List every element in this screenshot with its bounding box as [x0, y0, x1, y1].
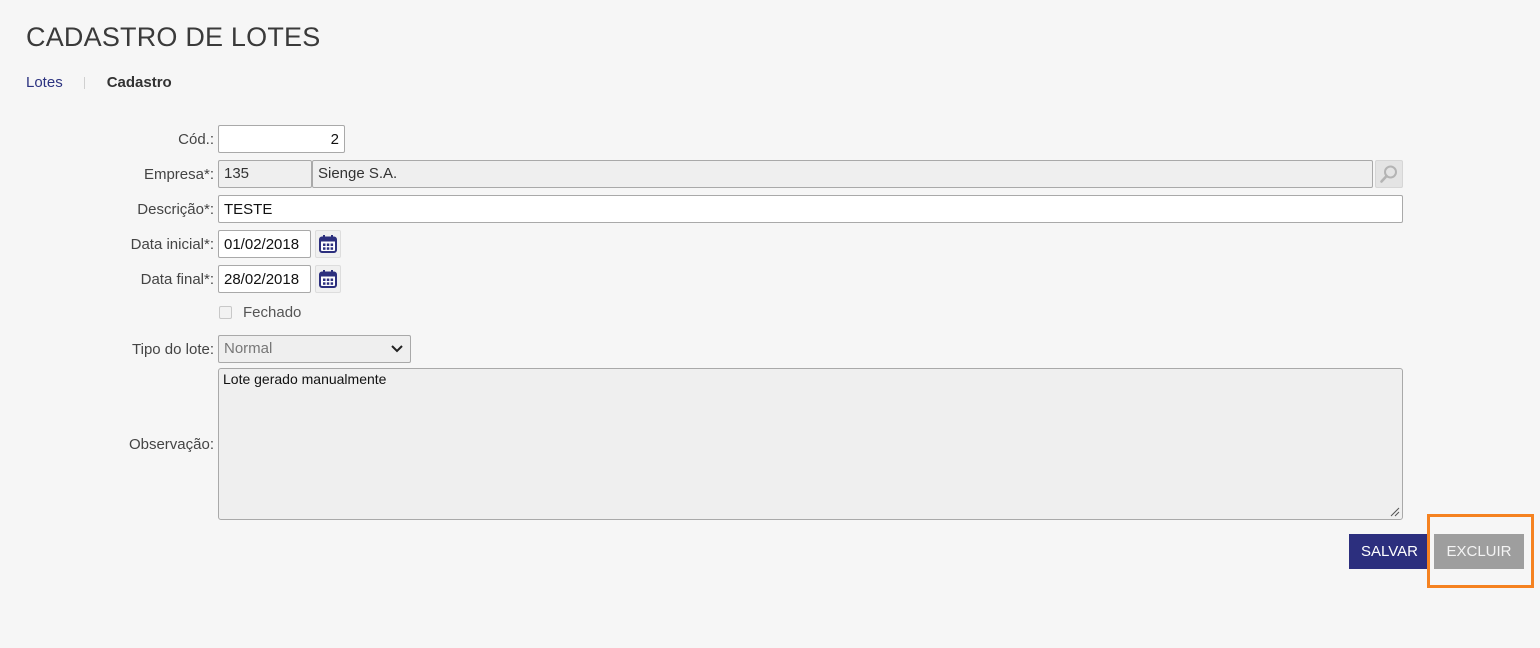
data-final-calendar-button[interactable] — [315, 265, 341, 293]
tipo-lote-label: Tipo do lote: — [132, 341, 214, 358]
observacao-label: Observação: — [128, 436, 214, 453]
breadcrumb: Lotes Cadastro — [26, 74, 172, 91]
descricao-label: Descrição*: — [137, 201, 214, 218]
tipo-lote-select[interactable]: Normal — [218, 335, 411, 363]
calendar-icon — [319, 235, 337, 253]
save-button[interactable]: SALVAR — [1349, 534, 1430, 569]
descricao-field[interactable] — [218, 195, 1403, 223]
resize-grip-icon[interactable] — [1390, 507, 1400, 517]
tipo-lote-selected-value: Normal — [224, 340, 273, 357]
breadcrumb-separator — [83, 76, 85, 89]
cod-label: Cód.: — [178, 131, 214, 148]
observacao-textarea[interactable]: Lote gerado manualmente — [218, 368, 1403, 520]
data-inicial-label: Data inicial*: — [130, 236, 214, 253]
empresa-code-field[interactable]: 135 — [218, 160, 312, 188]
calendar-icon — [319, 270, 337, 288]
fechado-label: Fechado — [243, 304, 302, 321]
fechado-checkbox[interactable] — [219, 306, 232, 319]
chevron-down-icon — [391, 345, 403, 353]
breadcrumb-link-lotes[interactable]: Lotes — [26, 74, 63, 91]
observacao-text: Lote gerado manualmente — [223, 371, 387, 387]
delete-button-highlight — [1427, 514, 1534, 588]
data-final-label: Data final*: — [140, 271, 214, 288]
search-icon — [1380, 165, 1397, 183]
empresa-search-button[interactable] — [1375, 160, 1403, 188]
cod-field[interactable] — [218, 125, 345, 153]
data-final-field[interactable] — [218, 265, 311, 293]
page-title: CADASTRO DE LOTES — [26, 22, 321, 52]
empresa-label: Empresa*: — [143, 166, 214, 183]
breadcrumb-current: Cadastro — [106, 74, 172, 91]
data-inicial-calendar-button[interactable] — [315, 230, 341, 258]
empresa-name-field[interactable]: Sienge S.A. — [312, 160, 1373, 188]
data-inicial-field[interactable] — [218, 230, 311, 258]
